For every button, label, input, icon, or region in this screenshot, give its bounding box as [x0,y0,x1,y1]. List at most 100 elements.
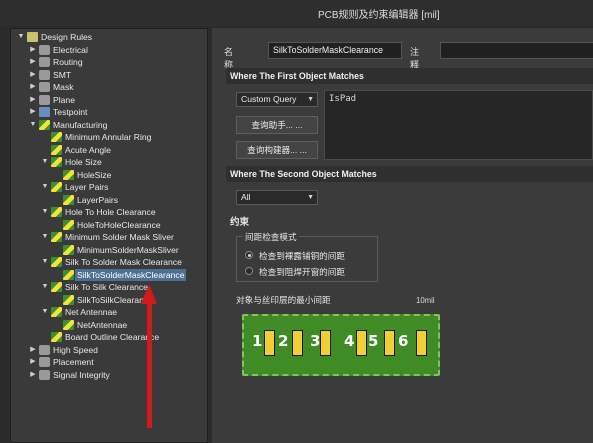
pad-shape [264,330,275,356]
tree-item-label: Board Outline Clearance [65,332,160,342]
tree-item-label: Design Rules [41,32,93,42]
second-query-type-dropdown[interactable]: All ▼ [236,190,318,205]
collapse-icon[interactable]: ▼ [17,31,25,43]
radio-button-checked[interactable] [245,251,253,259]
full-query-editor[interactable]: IsPad [324,90,593,160]
query-helper-button[interactable]: 查询助手... ... [236,116,318,134]
clearance-illustration: 12 3 45 6 [242,314,440,376]
comment-input[interactable] [440,42,593,59]
expand-icon[interactable]: ▶ [29,56,37,68]
expand-icon[interactable]: ▶ [29,369,37,381]
pad-shape [416,330,427,356]
category-icon [39,82,50,92]
tree-item-label: HoleSize [77,169,112,180]
expand-icon[interactable]: ▶ [29,106,37,118]
expand-icon[interactable]: ▶ [29,344,37,356]
category-icon [39,57,50,67]
rule-editor-panel: 名称 SilkToSolderMaskClearance 注释 Where Th… [212,28,593,443]
query-builder-button[interactable]: 查询构建器... ... [236,141,318,159]
tree-item-label: High Speed [53,344,98,355]
pad-shape [292,330,303,356]
tree-item-label: Testpoint [53,107,88,117]
tree-item-label: Minimum Solder Mask Sliver [65,232,174,242]
collapse-icon[interactable]: ▼ [41,181,49,193]
pad-number: 1 [252,332,263,350]
collapse-icon[interactable]: ▼ [41,281,49,293]
tree-item-label: HoleToHoleClearance [77,219,161,230]
window-title: PCB规则及约束编辑器 [mil] [318,10,440,21]
radio-label: 检查到裸露铺铜的间距 [259,251,345,261]
rule-icon [51,207,62,217]
min-clearance-value[interactable]: 10mil [416,296,435,305]
design-rules-tree[interactable]: ▼ Design Rules ▶ Electrical ▶ Routing ▶ SMT ▶ Mas… [10,28,208,443]
rule-icon [63,269,74,280]
tree-item-label: SilkToSolderMaskClearance [75,268,187,281]
rule-name-input[interactable]: SilkToSolderMaskClearance [268,42,402,59]
expand-icon[interactable]: ▶ [29,356,37,368]
pad-number: 4 [344,332,355,350]
rule-icon [51,232,62,242]
min-clearance-label: 对象与丝印层的最小间距 [236,295,331,305]
first-query-type-dropdown[interactable]: Custom Query ▼ [236,92,318,107]
category-icon [39,344,50,355]
category-icon [39,44,50,55]
expand-icon[interactable]: ▶ [29,94,37,106]
category-icon [39,69,50,80]
window-titlebar: PCB规则及约束编辑器 [mil] [0,0,593,26]
tree-item-label: Signal Integrity [53,369,110,380]
rule-icon [63,169,74,180]
tree-item-label: Hole Size [65,157,102,167]
tree-item-label: LayerPairs [77,194,119,205]
pad-number: 2 [278,332,289,350]
expand-icon[interactable]: ▶ [29,81,37,93]
rule-icon [51,144,62,155]
tree-item-label: Routing [53,57,83,67]
tree-item-label: Layer Pairs [65,182,109,192]
collapse-icon[interactable]: ▼ [29,119,37,131]
pad-number: 5 [368,332,379,350]
tree-item-label: Silk To Solder Mask Clearance [65,257,182,267]
chevron-down-icon: ▼ [307,96,314,103]
tree-item-label: Mask [53,82,74,92]
first-query-type-value: Custom Query [241,94,297,104]
tree-item-label: Electrical [53,44,88,55]
chevron-down-icon: ▼ [307,194,314,201]
pad-shape [384,330,395,356]
pad-number: 3 [310,332,321,350]
tree-item-label: Minimum Annular Ring [65,132,152,142]
pad-shape [320,330,331,356]
rule-icon [51,157,62,167]
radio-label: 检查到阻焊开窗的间距 [259,267,345,277]
radio-button-unchecked[interactable] [245,267,253,275]
tree-item-label: Acute Angle [65,144,111,155]
rule-icon [63,294,74,305]
tree-item-label: MinimumSolderMaskSliver [77,244,179,255]
rule-icon [63,219,74,230]
expand-icon[interactable]: ▶ [29,69,37,81]
category-icon [39,107,50,117]
expand-icon[interactable]: ▶ [29,44,37,56]
category-icon [39,357,50,367]
rule-icon [63,244,74,255]
rule-icon [51,182,62,192]
rule-icon [63,194,74,205]
rule-icon [51,282,62,292]
tree-item-label: Net Antennae [65,307,118,317]
rule-icon [39,119,50,130]
tree-item-label: Plane [53,94,75,105]
collapse-icon[interactable]: ▼ [41,256,49,268]
tree-item-label: Placement [53,357,94,367]
collapse-icon[interactable]: ▼ [41,156,49,168]
collapse-icon[interactable]: ▼ [41,206,49,218]
collapse-icon[interactable]: ▼ [41,306,49,318]
collapse-icon[interactable]: ▼ [41,231,49,243]
